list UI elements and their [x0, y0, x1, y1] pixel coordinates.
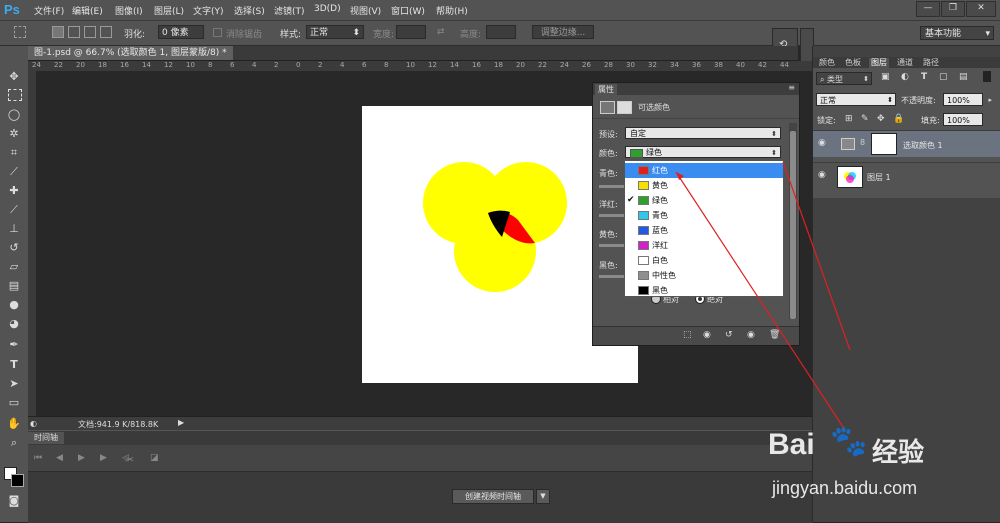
paw-icon: 🐾 — [830, 424, 868, 459]
annotation-arrow-line — [675, 171, 846, 431]
watermark-brand: Bai — [768, 428, 815, 461]
baidu-watermark: Bai 🐾 经验 jingyan.baidu.com — [768, 418, 988, 518]
annotation-arrow-line — [782, 161, 851, 351]
watermark-url: jingyan.baidu.com — [772, 478, 918, 498]
annotation-arrowhead — [676, 172, 684, 180]
watermark-brand-cn: 经验 — [872, 438, 925, 468]
